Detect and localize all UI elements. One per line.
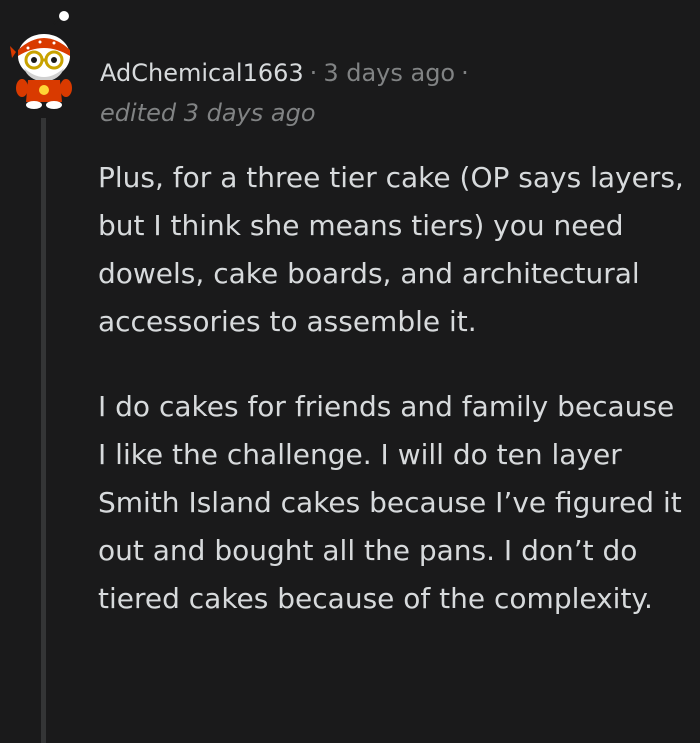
comment-paragraph-2: I do cakes for friends and family becaus… — [98, 390, 682, 615]
user-avatar-icon[interactable] — [10, 10, 82, 110]
meta-separator: · — [309, 59, 318, 87]
username-link[interactable]: AdChemical1663 — [100, 59, 304, 87]
meta-trailing-separator: · — [461, 59, 469, 87]
comment-meta: AdChemical1663 · 3 days ago · — [100, 56, 475, 90]
comment-paragraph-1: Plus, for a three tier cake (OP says lay… — [98, 161, 684, 338]
edited-label: edited 3 days ago — [100, 99, 316, 127]
comment-body: Plus, for a three tier cake (OP says lay… — [98, 154, 688, 660]
comment-timestamp[interactable]: 3 days ago — [323, 59, 455, 87]
thread-line[interactable] — [41, 118, 46, 743]
